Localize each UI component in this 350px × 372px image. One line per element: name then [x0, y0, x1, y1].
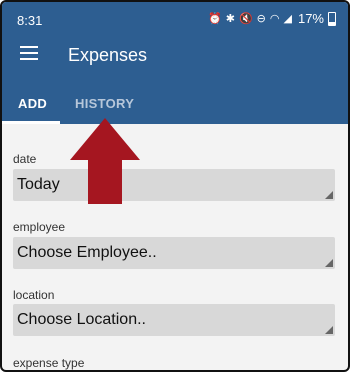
expense-form: date Today employee Choose Employee.. lo…	[2, 124, 348, 370]
app-bar: 8:31 ⏰ ✱ 🔇 ⊖ ◠ ◢ 17% Expenses ADD HISTOR…	[2, 2, 348, 124]
date-label: date	[13, 152, 37, 166]
location-value: Choose Location..	[17, 311, 146, 328]
dnd-icon: ⊖	[256, 13, 266, 25]
employee-value: Choose Employee..	[17, 244, 157, 261]
phone-screen: 8:31 ⏰ ✱ 🔇 ⊖ ◠ ◢ 17% Expenses ADD HISTOR…	[0, 0, 350, 372]
mute-icon: 🔇	[238, 13, 253, 25]
employee-label: employee	[13, 220, 66, 234]
location-label: location	[13, 288, 55, 302]
signal-icon: ◢	[283, 13, 292, 25]
wifi-icon: ◠	[269, 13, 280, 25]
location-select[interactable]: Choose Location..	[13, 304, 335, 336]
employee-select[interactable]: Choose Employee..	[13, 237, 335, 269]
page-title: Expenses	[68, 45, 148, 65]
menu-icon[interactable]	[20, 46, 38, 60]
dropdown-corner-icon	[325, 259, 333, 267]
battery-percent: 17%	[297, 11, 324, 26]
tab-history[interactable]: HISTORY	[75, 96, 134, 111]
status-icons: ⏰ ✱ 🔇 ⊖ ◠ ◢ 17%	[208, 11, 336, 26]
status-bar: 8:31 ⏰ ✱ 🔇 ⊖ ◠ ◢ 17%	[2, 2, 348, 36]
date-select[interactable]: Today	[13, 169, 335, 201]
alarm-icon: ⏰	[208, 13, 222, 25]
status-time: 8:31	[17, 13, 43, 28]
dropdown-corner-icon	[325, 191, 333, 199]
battery-icon	[328, 11, 336, 26]
bluetooth-icon: ✱	[225, 13, 235, 25]
expense-type-label: expense type	[13, 356, 85, 370]
dropdown-corner-icon	[325, 326, 333, 334]
tab-bar: ADD HISTORY	[2, 90, 348, 124]
date-value: Today	[17, 176, 60, 193]
tab-add[interactable]: ADD	[18, 96, 47, 111]
up-arrow-annotation	[70, 118, 140, 204]
